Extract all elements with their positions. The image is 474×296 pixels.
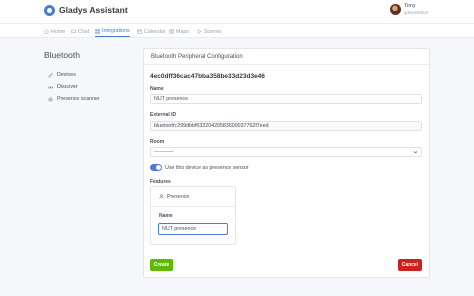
nav-chat[interactable]: Chat bbox=[71, 26, 89, 37]
brand-title[interactable]: Gladys Assistant bbox=[59, 4, 128, 16]
room-select-value: ----------- bbox=[154, 149, 174, 155]
card-header: Bluetooth Peripheral Configuration bbox=[144, 49, 429, 65]
name-label: Name bbox=[150, 86, 164, 92]
cancel-button[interactable]: Cancel bbox=[398, 259, 422, 271]
features-label: Features bbox=[150, 179, 171, 185]
nav-scenes[interactable]: Scenes bbox=[197, 26, 222, 37]
feature-name-label: Name bbox=[159, 213, 173, 219]
sidebar-title: Bluetooth bbox=[44, 50, 80, 60]
radio-icon bbox=[48, 85, 53, 89]
card-title: Bluetooth Peripheral Configuration bbox=[151, 54, 243, 60]
user-name[interactable]: Tony bbox=[404, 3, 416, 9]
nav-maps[interactable]: Maps bbox=[169, 26, 189, 37]
gladys-logo-icon[interactable] bbox=[44, 5, 55, 16]
nav-integrations[interactable]: Integrations bbox=[95, 26, 130, 37]
nav-integrations-label: Integrations bbox=[102, 28, 130, 34]
feature-card: Presence Name NUT presence bbox=[150, 186, 236, 245]
grid-icon bbox=[95, 28, 100, 34]
device-id: 4ec0dff36cac47bba358be33d23d3e46 bbox=[150, 73, 265, 80]
room-label: Room bbox=[150, 139, 165, 145]
name-input[interactable]: NUT presence bbox=[150, 94, 422, 104]
nav-chat-label: Chat bbox=[78, 28, 90, 35]
external-id-input[interactable]: bluetooth:299dbbf63320420583600037762f7e… bbox=[150, 121, 422, 131]
sidebar-item-presence-scanner[interactable]: Presence scanner bbox=[48, 95, 100, 103]
home-icon bbox=[44, 29, 49, 34]
sidebar-item-label: Presence scanner bbox=[57, 96, 100, 102]
calendar-icon bbox=[137, 29, 142, 34]
feature-header: Presence bbox=[151, 187, 235, 207]
top-bar: Gladys Assistant Tony administrator bbox=[0, 0, 474, 24]
presence-toggle[interactable] bbox=[150, 164, 162, 171]
link-icon bbox=[48, 72, 53, 78]
chat-icon bbox=[71, 29, 76, 34]
room-select[interactable]: ----------- bbox=[150, 147, 422, 157]
map-icon bbox=[169, 29, 174, 34]
sidebar-item-discover[interactable]: Discover bbox=[48, 83, 78, 91]
chevron-down-icon bbox=[413, 151, 418, 154]
nav-home-label: Home bbox=[51, 28, 66, 35]
nav-calendar[interactable]: Calendar bbox=[137, 26, 166, 37]
nav-calendar-label: Calendar bbox=[144, 28, 166, 35]
play-icon bbox=[197, 29, 202, 34]
sidebar-item-devices[interactable]: Devices bbox=[48, 71, 76, 79]
settings-icon bbox=[48, 96, 53, 102]
sidebar-item-label: Devices bbox=[57, 72, 76, 78]
external-id-label: External ID bbox=[150, 112, 177, 118]
nav-home[interactable]: Home bbox=[44, 26, 65, 37]
avatar[interactable] bbox=[390, 4, 401, 15]
create-button[interactable]: Create bbox=[150, 259, 173, 271]
feature-name-input[interactable]: NUT presence bbox=[158, 223, 228, 235]
user-role: administrator bbox=[404, 10, 429, 15]
main-nav: Home Chat Integrations Calendar Maps Sce… bbox=[0, 24, 474, 38]
feature-title: Presence bbox=[167, 193, 190, 200]
nav-scenes-label: Scenes bbox=[204, 28, 222, 35]
sidebar-item-label: Discover bbox=[57, 84, 78, 90]
nav-maps-label: Maps bbox=[176, 28, 189, 35]
presence-toggle-label: Use this device as presence sensor bbox=[165, 165, 249, 171]
user-icon bbox=[159, 194, 164, 199]
